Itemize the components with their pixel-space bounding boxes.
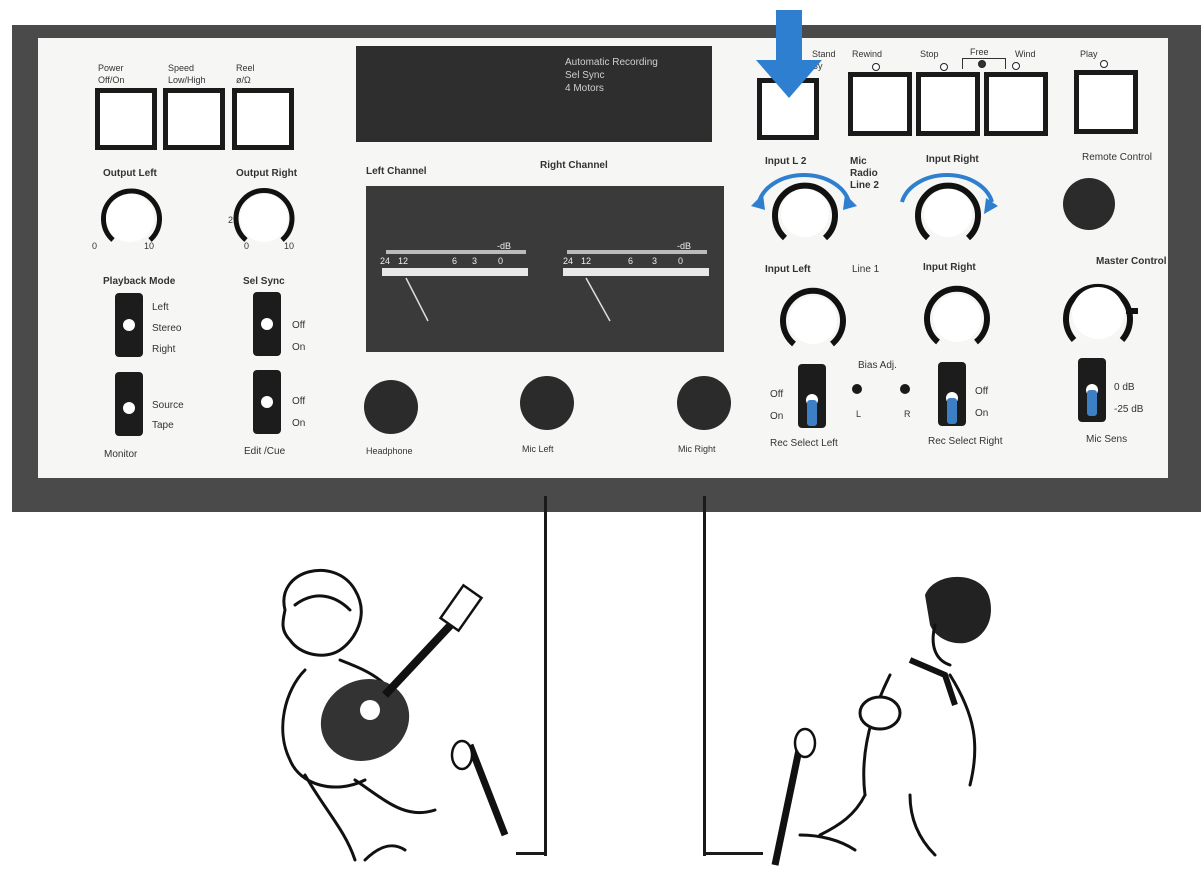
sel-sync-title: Sel Sync xyxy=(243,276,285,287)
output-left-max: 10 xyxy=(144,241,155,251)
rec-right-off: Off xyxy=(975,386,989,397)
mic-left-cable xyxy=(544,496,547,856)
edit-cue-off: Off xyxy=(292,396,306,407)
edit-cue-title: Edit /Cue xyxy=(244,446,286,457)
output-right-label: Output Right xyxy=(236,168,298,179)
rewind-led xyxy=(872,63,880,71)
wind-label: Wind xyxy=(1015,49,1036,59)
headphone-jack[interactable] xyxy=(364,380,418,434)
output-left-label: Output Left xyxy=(103,168,157,179)
input-left-knob[interactable] xyxy=(768,278,858,354)
output-right-max: 10 xyxy=(284,241,295,251)
stop-led xyxy=(940,63,948,71)
bias-title: Bias Adj. xyxy=(858,360,897,371)
bias-left-trim[interactable] xyxy=(852,384,862,394)
display-line-2: Sel Sync xyxy=(565,70,605,81)
output-right-mid: 2 xyxy=(228,215,234,225)
meter-needles xyxy=(405,277,611,322)
display-line-1: Automatic Recording xyxy=(565,57,658,68)
playback-right: Right xyxy=(152,344,176,355)
monitor-tape: Tape xyxy=(152,420,174,431)
input-right-knob[interactable] xyxy=(912,276,1002,352)
mic-right-label: Mic Right xyxy=(678,444,716,454)
speed-button[interactable] xyxy=(163,88,225,150)
rec-select-left-title: Rec Select Left xyxy=(770,438,838,449)
line1-label: Line 1 xyxy=(852,264,880,275)
rec-select-left-switch[interactable] xyxy=(798,364,826,428)
playback-mode-switch[interactable] xyxy=(115,293,143,357)
mic-right-cable xyxy=(703,496,706,856)
monitor-switch[interactable] xyxy=(115,372,143,436)
rec-left-on: On xyxy=(770,411,784,422)
monitor-title: Monitor xyxy=(104,449,138,460)
playback-stereo: Stereo xyxy=(152,323,182,334)
monitor-source: Source xyxy=(152,400,184,411)
bias-l-label: L xyxy=(856,409,862,419)
mic-right-cable-end xyxy=(703,852,763,855)
down-arrow-icon xyxy=(756,10,822,98)
output-left-min: 0 xyxy=(92,241,98,251)
free-led xyxy=(978,60,986,68)
sel-sync-on: On xyxy=(292,342,306,353)
play-label: Play xyxy=(1080,49,1098,59)
bias-right-trim[interactable] xyxy=(900,384,910,394)
headphone-label: Headphone xyxy=(366,446,413,456)
mic-left-jack[interactable] xyxy=(520,376,574,430)
left-channel-label: Left Channel xyxy=(366,166,427,177)
mic-sens-25db: -25 dB xyxy=(1114,404,1144,415)
mic-sens-title: Mic Sens xyxy=(1086,434,1128,445)
mic-sens-0db: 0 dB xyxy=(1114,382,1135,393)
stop-button[interactable] xyxy=(916,72,980,136)
rewind-label: Rewind xyxy=(852,49,883,59)
output-right-min: 0 xyxy=(244,241,250,251)
playback-left: Left xyxy=(152,302,169,313)
remote-control-label: Remote Control xyxy=(1082,152,1153,163)
right-channel-label: Right Channel xyxy=(540,160,608,171)
rec-select-right-switch[interactable] xyxy=(938,362,966,426)
input-left-label: Input Left xyxy=(765,264,811,275)
bias-r-label: R xyxy=(904,409,911,419)
sel-sync-switch[interactable] xyxy=(253,292,281,356)
trumpeter-illustration xyxy=(771,576,991,866)
stop-label: Stop xyxy=(920,49,939,59)
input-l2-knob[interactable] xyxy=(745,158,861,248)
output-left-knob[interactable] xyxy=(88,182,168,252)
info-display xyxy=(356,46,712,142)
edit-cue-on: On xyxy=(292,418,306,429)
play-led xyxy=(1100,60,1108,68)
mic-left-label: Mic Left xyxy=(522,444,554,454)
reel-button[interactable] xyxy=(232,88,294,150)
master-control-label: Master Control xyxy=(1096,256,1167,267)
edit-cue-switch[interactable] xyxy=(253,370,281,434)
rec-right-on: On xyxy=(975,408,989,419)
free-label: Free xyxy=(970,47,989,57)
rec-select-right-title: Rec Select Right xyxy=(928,436,1003,447)
wind-button[interactable] xyxy=(984,72,1048,136)
input-right-label: Input Right xyxy=(923,262,976,273)
power-label: Power Off/On xyxy=(98,63,125,85)
mic-right-jack[interactable] xyxy=(677,376,731,430)
sel-sync-off: Off xyxy=(292,320,306,331)
master-control-knob[interactable] xyxy=(1052,268,1152,352)
playback-mode-title: Playback Mode xyxy=(103,276,176,287)
rewind-button[interactable] xyxy=(848,72,912,136)
power-button[interactable] xyxy=(95,88,157,150)
play-button[interactable] xyxy=(1074,70,1138,134)
speed-label: Speed Low/High xyxy=(168,63,206,85)
reel-label: Reel ø/Ω xyxy=(236,63,255,85)
display-line-3: 4 Motors xyxy=(565,83,604,94)
remote-control-jack[interactable] xyxy=(1063,178,1115,230)
mic-sens-switch[interactable] xyxy=(1078,358,1106,422)
wind-led xyxy=(1012,62,1020,70)
guitarist-illustration xyxy=(281,568,509,862)
rec-left-off: Off xyxy=(770,389,784,400)
input-right-upper-knob[interactable] xyxy=(892,158,1008,248)
